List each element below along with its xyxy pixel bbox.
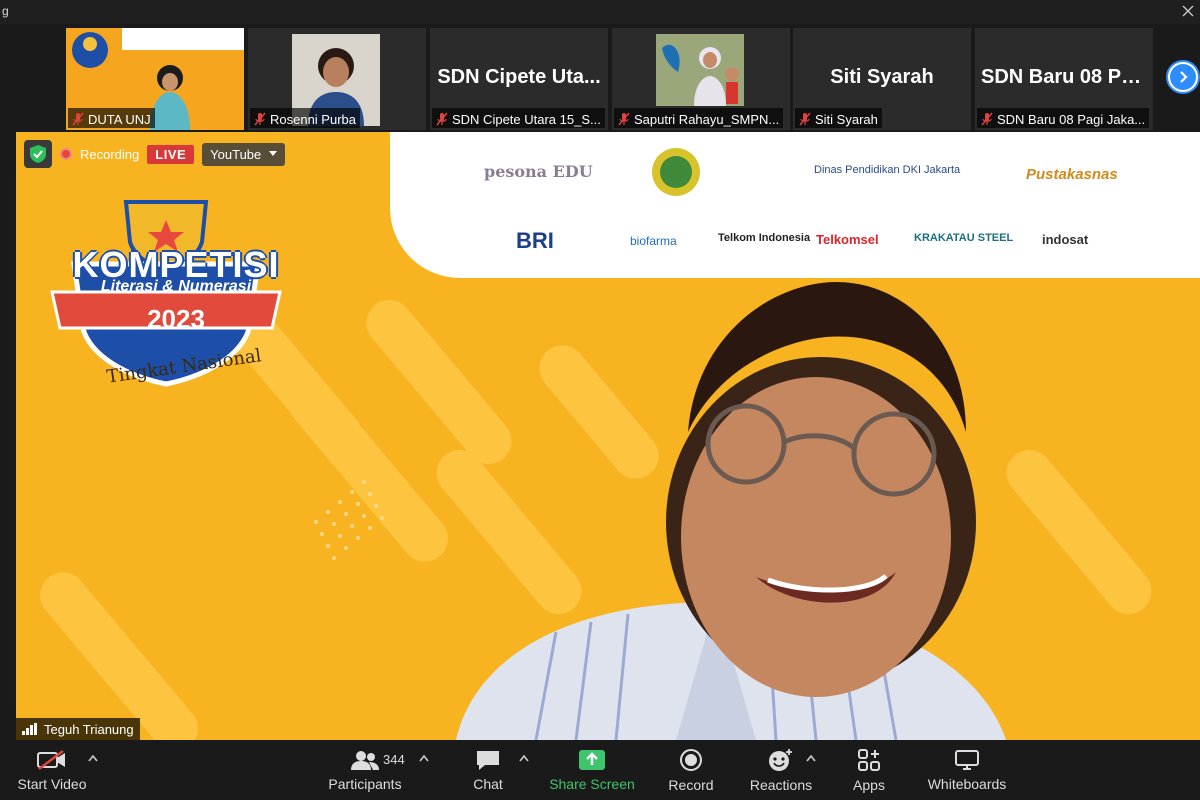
stream-target-label: YouTube	[210, 146, 262, 162]
mic-muted-icon	[799, 112, 811, 126]
speaker-name-tag: Teguh Trianung	[16, 718, 140, 740]
participants-options-caret-icon[interactable]	[419, 754, 429, 762]
start-video-button[interactable]: Start Video	[14, 740, 90, 800]
reactions-options-caret-icon[interactable]	[806, 754, 816, 762]
sponsor-banner: pesona EDU Dinas Pendidikan DKI Jakarta …	[390, 132, 1200, 278]
participant-name: Saputri Rahayu_SMPN...	[634, 111, 780, 127]
recording-label: Recording	[80, 146, 140, 162]
participant-name: Siti Syarah	[815, 111, 878, 127]
participant-name: Rosenni Purba	[270, 111, 356, 127]
mic-muted-icon	[72, 112, 84, 126]
participant-tile-5[interactable]: Siti Syarah Siti Syarah	[793, 28, 971, 130]
main-speaker-video[interactable]: pesona EDU Dinas Pendidikan DKI Jakarta …	[16, 132, 1200, 740]
caret-down-icon	[269, 151, 278, 156]
recording-icon	[60, 148, 72, 160]
mic-muted-icon	[254, 112, 266, 126]
chat-icon	[477, 750, 499, 770]
sponsor-logo: Dinas Pendidikan DKI Jakarta	[814, 164, 961, 176]
sponsor-logo: BRI	[516, 228, 554, 253]
participants-count: 344	[383, 752, 405, 767]
meeting-toolbar: Start Video Participants 344 Chat Share …	[0, 740, 1200, 800]
participant-tile-6[interactable]: SDN Baru 08 Pa... SDN Baru 08 Pagi Jaka.…	[975, 28, 1153, 130]
chat-button[interactable]: Chat	[462, 740, 514, 800]
participant-tile-4[interactable]: Saputri Rahayu_SMPN...	[612, 28, 790, 130]
participant-display-name: Siti Syarah	[830, 66, 934, 88]
chevron-right-icon	[1180, 71, 1188, 83]
participant-name-label: Siti Syarah	[795, 108, 882, 128]
speaker-name: Teguh Trianung	[44, 721, 134, 737]
stream-target-dropdown[interactable]: YouTube	[202, 142, 286, 166]
reactions-button[interactable]: Reactions	[746, 740, 816, 800]
participant-name-label: SDN Cipete Utara 15_S...	[432, 108, 605, 128]
window-titlebar: g	[0, 0, 1200, 24]
participant-name-label: SDN Baru 08 Pagi Jaka...	[977, 108, 1150, 128]
apps-icon	[858, 748, 880, 771]
sponsor-logo: Pustakasnas	[1026, 166, 1118, 183]
video-options-caret-icon[interactable]	[88, 754, 98, 762]
next-page-button[interactable]	[1166, 60, 1200, 94]
participant-name: DUTA UNJ	[88, 111, 151, 127]
whiteboards-button[interactable]: Whiteboards	[924, 740, 1010, 800]
meeting-status-bar: Recording LIVE YouTube	[24, 140, 286, 168]
sponsor-logo: Telkom Indonesia	[718, 232, 811, 244]
record-icon	[680, 748, 702, 771]
sponsor-logo: Telkomsel	[816, 232, 879, 247]
participants-icon	[351, 750, 379, 770]
gallery-strip: DUTA UNJ Rosenni Purba SDN Cipete Uta...…	[0, 24, 1200, 132]
live-badge: LIVE	[147, 144, 195, 164]
emblem-icon	[652, 148, 700, 196]
mic-muted-icon	[436, 112, 448, 126]
window-title: g	[2, 4, 9, 18]
apps-button[interactable]: Apps	[846, 740, 892, 800]
mic-muted-icon	[618, 112, 630, 126]
participant-name-label: DUTA UNJ	[68, 108, 155, 128]
security-shield-icon[interactable]	[24, 140, 52, 168]
video-off-icon	[37, 749, 65, 770]
close-window-icon[interactable]	[1182, 5, 1194, 17]
whiteboard-icon	[955, 749, 979, 770]
event-year: 2023	[147, 304, 205, 334]
record-button[interactable]: Record	[664, 740, 718, 800]
participant-display-name: SDN Baru 08 Pa...	[981, 66, 1149, 88]
share-screen-icon	[579, 749, 605, 770]
sponsor-logo: pesona EDU	[484, 162, 593, 181]
mic-muted-icon	[981, 112, 993, 126]
participant-name: SDN Baru 08 Pagi Jaka...	[997, 111, 1146, 127]
event-subtitle: Literasi & Numerasi	[100, 278, 252, 295]
share-screen-button[interactable]: Share Screen	[548, 740, 636, 800]
participant-tile-1[interactable]: DUTA UNJ	[66, 28, 244, 130]
participant-display-name: SDN Cipete Uta...	[437, 66, 601, 88]
participant-name-label: Saputri Rahayu_SMPN...	[614, 108, 784, 128]
participant-name-label: Rosenni Purba	[250, 108, 360, 128]
reactions-icon	[769, 748, 792, 771]
sponsor-logo: biofarma	[630, 234, 677, 248]
participant-tile-2[interactable]: Rosenni Purba	[248, 28, 426, 130]
chat-options-caret-icon[interactable]	[519, 754, 529, 762]
sponsor-logo: indosat	[1042, 232, 1089, 247]
participant-name: SDN Cipete Utara 15_S...	[452, 111, 601, 127]
participant-tile-3[interactable]: SDN Cipete Uta... SDN Cipete Utara 15_S.…	[430, 28, 608, 130]
signal-strength-icon	[22, 723, 37, 735]
participants-button[interactable]: Participants	[322, 740, 408, 800]
sponsor-logo: KRAKATAU STEEL	[914, 232, 1014, 244]
